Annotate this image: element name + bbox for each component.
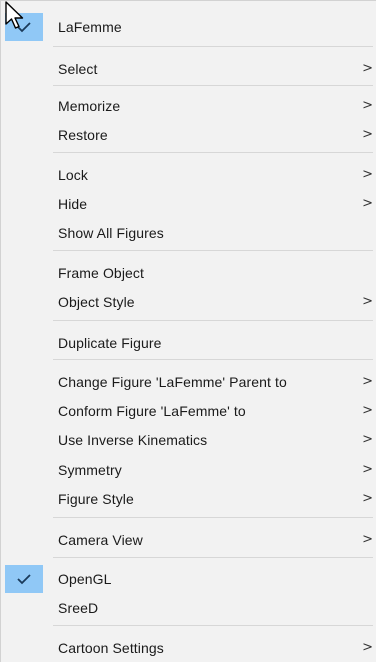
menu-item-label: Show All Figures <box>58 225 164 241</box>
menu-item-label: Lock <box>58 167 88 183</box>
menu-item-figure-style[interactable]: Figure Style > <box>1 485 376 513</box>
menu-item-label: Cartoon Settings <box>58 640 164 656</box>
menu-item-label: LaFemme <box>58 19 122 35</box>
menu-item-label: Hide <box>58 196 88 212</box>
menu-item-lafemme[interactable]: LaFemme <box>1 13 376 41</box>
menu-item-label: Change Figure 'LaFemme' Parent to <box>58 374 287 390</box>
submenu-arrow-icon: > <box>362 491 373 507</box>
menu-item-label: Conform Figure 'LaFemme' to <box>58 403 246 419</box>
menu-item-conform-figure[interactable]: Conform Figure 'LaFemme' to > <box>1 397 376 425</box>
menu-item-camera-view[interactable]: Camera View > <box>1 526 376 554</box>
menu-item-memorize[interactable]: Memorize > <box>1 92 376 120</box>
menu-item-label: Memorize <box>58 98 121 114</box>
submenu-arrow-icon: > <box>362 127 373 143</box>
menu-item-hide[interactable]: Hide > <box>1 190 376 218</box>
menu-item-sreed[interactable]: SreeD <box>1 594 376 622</box>
submenu-arrow-icon: > <box>362 374 373 390</box>
menu-item-opengl[interactable]: OpenGL <box>1 565 376 593</box>
menu-item-select[interactable]: Select > <box>1 55 376 83</box>
separator <box>53 320 373 321</box>
checkmark-icon <box>17 574 31 585</box>
menu-item-object-style[interactable]: Object Style > <box>1 288 376 316</box>
separator <box>53 46 373 47</box>
submenu-arrow-icon: > <box>362 98 373 114</box>
menu-item-use-inverse-kinematics[interactable]: Use Inverse Kinematics > <box>1 426 376 454</box>
menu-item-restore[interactable]: Restore > <box>1 121 376 149</box>
separator <box>53 517 373 518</box>
context-menu: LaFemme Select > Memorize > Restore > Lo… <box>0 0 376 662</box>
menu-item-label: Figure Style <box>58 491 134 507</box>
menu-item-label: OpenGL <box>58 571 112 587</box>
menu-item-change-figure-parent[interactable]: Change Figure 'LaFemme' Parent to > <box>1 368 376 396</box>
check-highlight <box>5 565 43 593</box>
submenu-arrow-icon: > <box>362 462 373 478</box>
submenu-arrow-icon: > <box>362 532 373 548</box>
menu-item-label: Select <box>58 61 98 77</box>
separator <box>53 85 373 86</box>
submenu-arrow-icon: > <box>362 167 373 183</box>
submenu-arrow-icon: > <box>362 403 373 419</box>
menu-item-show-all-figures[interactable]: Show All Figures <box>1 219 376 247</box>
separator <box>53 625 373 626</box>
menu-item-label: Object Style <box>58 294 135 310</box>
menu-item-label: Duplicate Figure <box>58 335 162 351</box>
submenu-arrow-icon: > <box>362 432 373 448</box>
menu-item-label: Frame Object <box>58 265 144 281</box>
menu-item-frame-object[interactable]: Frame Object <box>1 259 376 287</box>
submenu-arrow-icon: > <box>362 294 373 310</box>
separator <box>53 250 373 251</box>
menu-item-cartoon-settings[interactable]: Cartoon Settings > <box>1 634 376 662</box>
submenu-arrow-icon: > <box>362 61 373 77</box>
menu-item-label: Use Inverse Kinematics <box>58 432 208 448</box>
menu-item-label: SreeD <box>58 600 99 616</box>
menu-item-duplicate-figure[interactable]: Duplicate Figure <box>1 329 376 357</box>
mouse-pointer-icon <box>5 1 24 29</box>
menu-item-symmetry[interactable]: Symmetry > <box>1 456 376 484</box>
menu-item-label: Restore <box>58 127 108 143</box>
separator <box>53 557 373 558</box>
menu-item-lock[interactable]: Lock > <box>1 161 376 189</box>
menu-item-label: Camera View <box>58 532 143 548</box>
separator <box>53 359 373 360</box>
submenu-arrow-icon: > <box>362 640 373 656</box>
submenu-arrow-icon: > <box>362 196 373 212</box>
menu-item-label: Symmetry <box>58 462 122 478</box>
separator <box>53 152 373 153</box>
